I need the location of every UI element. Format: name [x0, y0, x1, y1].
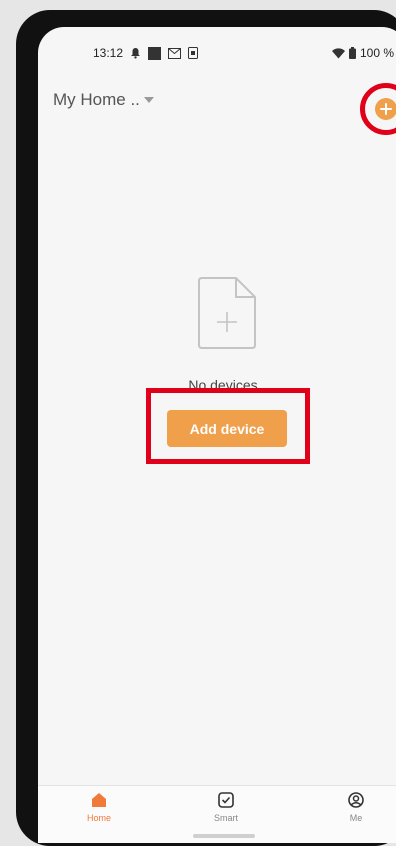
app-screen: 13:12 100 % My Home .. No devices Add de…: [38, 27, 396, 843]
highlight-circle: [360, 83, 396, 135]
status-left: 13:12: [93, 46, 199, 60]
nav-home-label: Home: [86, 813, 111, 823]
home-icon: [91, 792, 107, 808]
square-notification-icon: [148, 46, 162, 60]
phone-frame: 13:12 100 % My Home .. No devices Add de…: [16, 10, 396, 846]
battery-percent: 100 %: [359, 46, 394, 60]
gmail-icon: [168, 47, 182, 59]
nav-me[interactable]: Me: [326, 792, 386, 823]
battery-icon: [348, 47, 356, 59]
status-time: 13:12: [93, 46, 124, 60]
bell-icon: [130, 47, 141, 59]
nav-home[interactable]: Home: [69, 792, 129, 823]
nav-smart-label: Smart: [213, 813, 238, 823]
status-right: 100 %: [331, 46, 394, 60]
status-bar: 13:12 100 %: [38, 27, 396, 77]
dropdown-caret-icon: [143, 97, 154, 103]
add-button[interactable]: [360, 83, 396, 135]
sim-icon: [188, 47, 199, 59]
checkbox-icon: [218, 792, 234, 808]
add-device-button[interactable]: Add device: [167, 410, 287, 447]
home-name: My Home ..: [53, 90, 140, 109]
nav-me-label: Me: [349, 813, 363, 823]
profile-icon: [348, 792, 364, 808]
empty-document-plus-icon: [196, 275, 258, 351]
app-header: My Home ..: [38, 83, 396, 135]
home-selector[interactable]: My Home ..: [53, 90, 154, 110]
wifi-icon: [331, 47, 345, 59]
home-indicator: [193, 834, 255, 838]
nav-smart[interactable]: Smart: [196, 792, 256, 823]
